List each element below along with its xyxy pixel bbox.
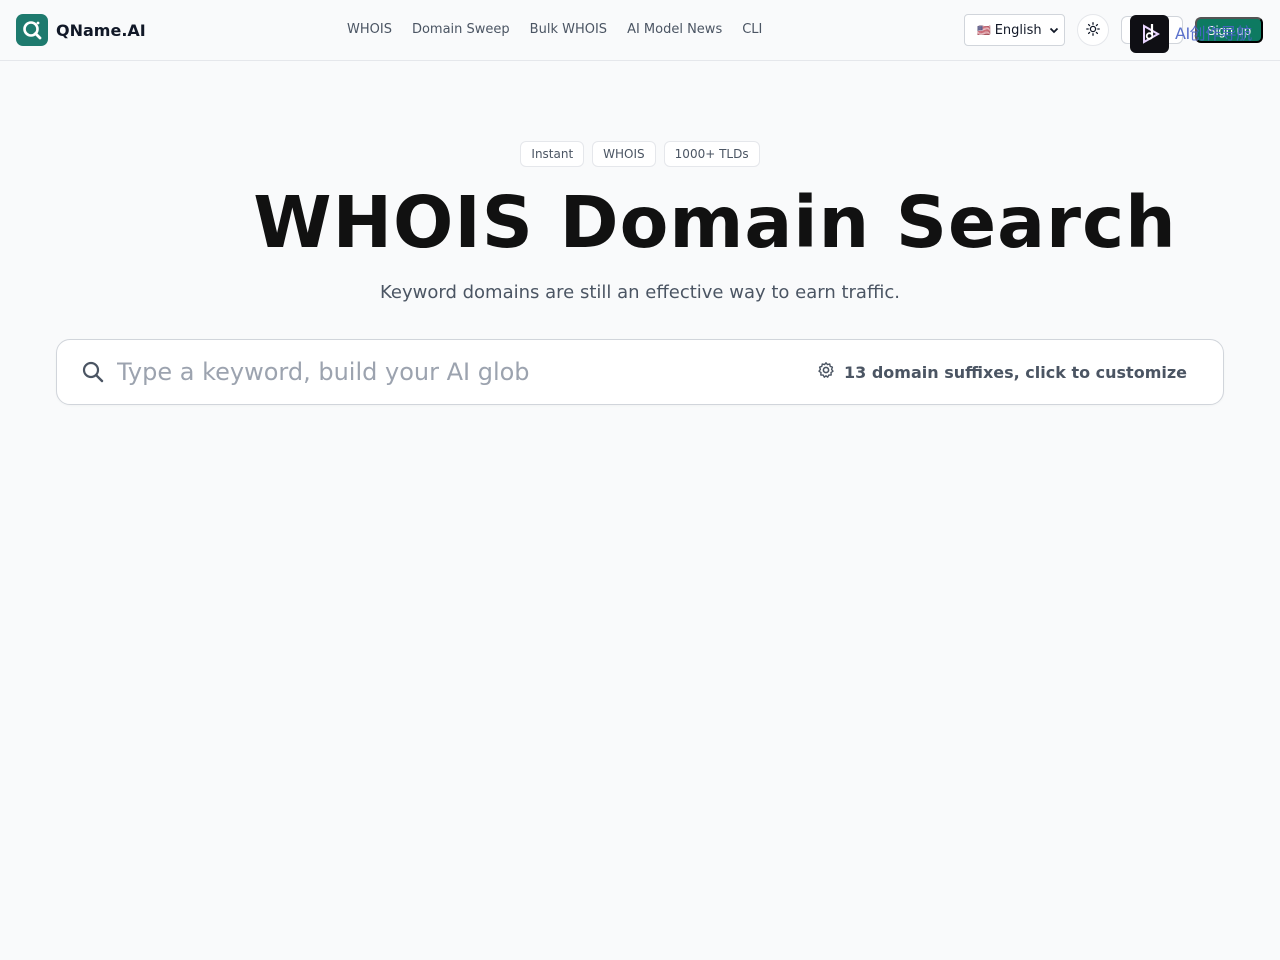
top-header: QName.AI WHOIS Domain Sweep Bulk WHOIS A… bbox=[0, 0, 1280, 61]
page-title: WHOIS Domain Search bbox=[253, 181, 1177, 264]
sun-icon bbox=[1086, 21, 1100, 39]
language-select[interactable]: 🇺🇸 English bbox=[964, 14, 1065, 46]
tag-whois: WHOIS bbox=[592, 141, 656, 167]
nav-whois[interactable]: WHOIS bbox=[347, 20, 392, 39]
page-subtitle: Keyword domains are still an effective w… bbox=[380, 282, 900, 303]
flag-icon: 🇺🇸 bbox=[977, 23, 991, 37]
language-selected-value: English bbox=[994, 22, 1042, 38]
gear-icon bbox=[817, 361, 835, 383]
tag-instant: Instant bbox=[520, 141, 585, 167]
brand-name: QName.AI bbox=[56, 20, 146, 40]
nav-ai-model-news[interactable]: AI Model News bbox=[627, 20, 722, 39]
overlay-widget-icon[interactable] bbox=[1130, 15, 1169, 53]
theme-toggle-button[interactable] bbox=[1077, 14, 1109, 46]
nav-cli[interactable]: CLI bbox=[742, 20, 762, 39]
domain-suffix-settings-button[interactable]: 13 domain suffixes, click to customize bbox=[817, 360, 1187, 384]
tag-tlds: 1000+ TLDs bbox=[663, 141, 760, 167]
overlay-widget-label[interactable]: AI创作导航 bbox=[1175, 20, 1252, 43]
search-input[interactable] bbox=[117, 354, 777, 390]
nav-bulk-whois[interactable]: Bulk WHOIS bbox=[530, 20, 607, 39]
nav-domain-sweep[interactable]: Domain Sweep bbox=[412, 20, 510, 39]
logo-icon bbox=[16, 14, 48, 46]
domain-suffix-label: 13 domain suffixes, click to customize bbox=[844, 362, 1188, 382]
brand-logo-link[interactable]: QName.AI bbox=[16, 14, 146, 46]
search-icon bbox=[81, 360, 105, 384]
main-nav: WHOIS Domain Sweep Bulk WHOIS AI Model N… bbox=[347, 20, 762, 39]
feature-tags: Instant WHOIS 1000+ TLDs bbox=[0, 141, 1280, 167]
chevron-down-icon bbox=[1048, 24, 1060, 40]
domain-search-box[interactable]: 13 domain suffixes, click to customize bbox=[56, 339, 1224, 405]
